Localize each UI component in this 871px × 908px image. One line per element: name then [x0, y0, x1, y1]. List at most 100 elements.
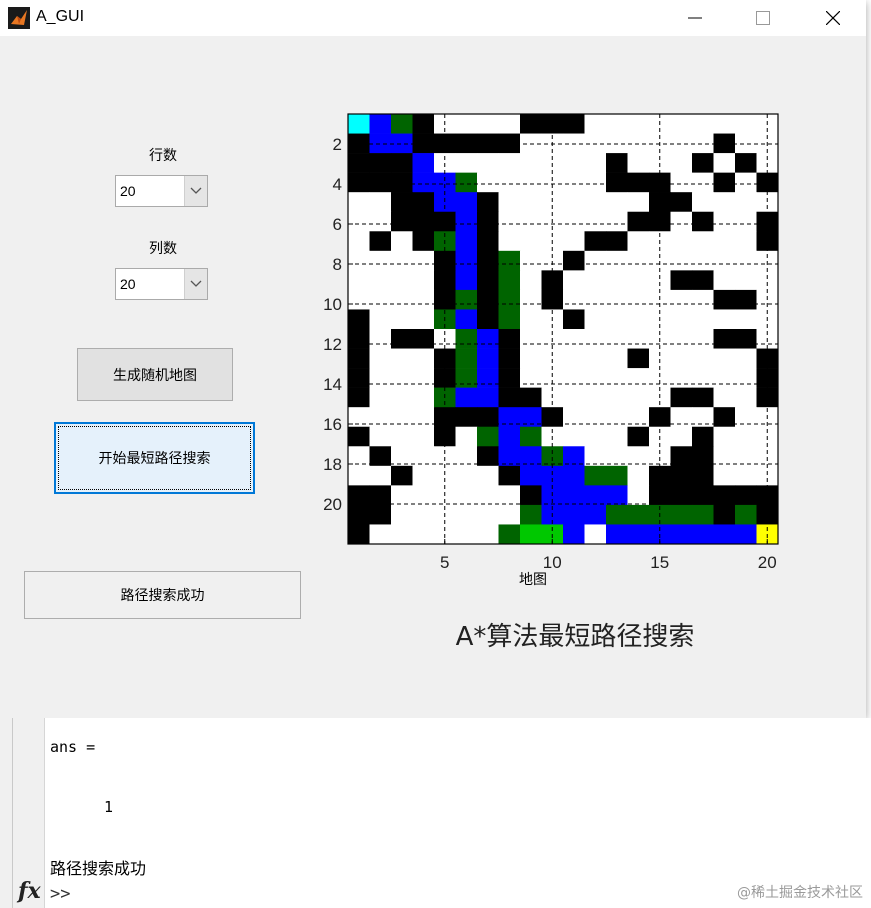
map-cell-path: [369, 133, 392, 154]
map-cell-free: [606, 192, 628, 213]
y-tick-label: 20: [323, 495, 342, 514]
map-cell-free: [369, 348, 392, 369]
map-cell-free: [412, 289, 435, 310]
map-cell-free: [606, 270, 628, 291]
map-cell-path: [520, 446, 542, 467]
map-cell-free: [520, 211, 542, 232]
map-cell-free: [520, 289, 542, 310]
map-cell-path: [369, 114, 392, 134]
maximize-button[interactable]: [740, 0, 786, 36]
map-cell-free: [520, 250, 542, 271]
map-cell-wall: [477, 250, 499, 271]
map-cell-path: [455, 309, 478, 330]
map-cell-free: [348, 446, 370, 467]
map-cell-explored: [498, 524, 521, 545]
command-prompt[interactable]: >>: [50, 884, 70, 904]
map-cell-wall: [713, 329, 736, 349]
map-cell-explored: [498, 250, 521, 271]
map-cell-path: [713, 524, 736, 545]
map-cell-free: [584, 192, 607, 213]
map-cell-free: [584, 387, 607, 408]
map-cell-free: [348, 270, 370, 291]
map-cell-free: [455, 524, 478, 545]
cols-select[interactable]: 20: [115, 268, 208, 300]
map-cell-wall: [434, 348, 456, 369]
map-cell-wall: [649, 465, 671, 486]
map-cell-free: [735, 114, 757, 134]
map-cell-wall: [692, 270, 714, 291]
map-cell-wall: [369, 153, 392, 173]
map-cell-free: [477, 114, 499, 134]
map-cell-free: [584, 250, 607, 271]
map-cell-free: [391, 407, 413, 428]
start-search-button[interactable]: 开始最短路径搜索: [54, 422, 255, 494]
rows-select[interactable]: 20: [115, 175, 208, 207]
map-cell-path: [434, 172, 456, 193]
map-cell-path: [692, 524, 714, 545]
map-cell-wall: [348, 133, 370, 154]
y-tick-label: 2: [333, 135, 342, 154]
chevron-down-icon: [190, 280, 202, 287]
map-cell-free: [412, 309, 435, 330]
map-cell-free: [455, 485, 478, 506]
map-cell-wall: [391, 465, 413, 486]
map-cell-wall: [756, 172, 779, 193]
y-tick-label: 8: [333, 255, 342, 274]
fx-icon[interactable]: fx: [18, 878, 41, 904]
map-cell-wall: [756, 348, 779, 369]
command-window[interactable]: [0, 718, 871, 908]
cols-select-dropdown[interactable]: [184, 269, 207, 299]
map-cell-wall: [498, 329, 521, 349]
map-cell-free: [735, 133, 757, 154]
map-cell-free: [391, 446, 413, 467]
map-cell-free: [584, 114, 607, 134]
map-cell-free: [713, 368, 736, 388]
map-cell-free: [692, 231, 714, 252]
map-cell-free: [348, 289, 370, 310]
map-cell-path: [434, 192, 456, 213]
map-cell-wall: [477, 211, 499, 232]
figure-window: A_GUI 行数 20 列数 20 生成随机地图 开始最短路径搜索 路径搜索成功…: [0, 0, 866, 718]
minimize-button[interactable]: [672, 0, 718, 36]
map-cell-wall: [498, 133, 521, 154]
map-cell-free: [606, 133, 628, 154]
map-cell-wall: [348, 524, 370, 545]
map-cell-path: [455, 387, 478, 408]
generate-map-button[interactable]: 生成随机地图: [77, 348, 233, 401]
map-cell-free: [627, 368, 650, 388]
map-cell-wall: [541, 270, 564, 291]
map-cell-wall: [606, 231, 628, 252]
map-cell-free: [563, 348, 585, 369]
map-cell-explored: [606, 465, 628, 486]
map-cell-free: [498, 114, 521, 134]
y-tick-label: 12: [323, 335, 342, 354]
map-cell-free: [692, 192, 714, 213]
map-cell-wall: [563, 309, 585, 330]
map-cell-free: [477, 504, 499, 525]
map-cell-wall: [348, 153, 370, 173]
map-cell-wall: [520, 485, 542, 506]
map-cell-free: [563, 153, 585, 173]
rows-select-dropdown[interactable]: [184, 176, 207, 206]
map-cell-wall: [477, 231, 499, 252]
map-cell-wall: [735, 329, 757, 349]
map-cell-free: [735, 368, 757, 388]
map-cell-free: [627, 250, 650, 271]
map-cell-free: [584, 289, 607, 310]
map-cell-free: [584, 153, 607, 173]
map-cell-free: [584, 172, 607, 193]
map-cell-explored: [455, 368, 478, 388]
map-cell-free: [369, 309, 392, 330]
map-cell-free: [391, 289, 413, 310]
close-button[interactable]: [810, 0, 856, 36]
map-cell-open: [520, 524, 542, 545]
map-cell-free: [735, 407, 757, 428]
map-cell-free: [735, 270, 757, 291]
map-cell-free: [520, 309, 542, 330]
map-cell-free: [606, 329, 628, 349]
map-cell-wall: [391, 329, 413, 349]
map-cell-free: [713, 114, 736, 134]
map-cell-wall: [369, 485, 392, 506]
map-cell-wall: [477, 289, 499, 310]
map-cell-free: [649, 368, 671, 388]
